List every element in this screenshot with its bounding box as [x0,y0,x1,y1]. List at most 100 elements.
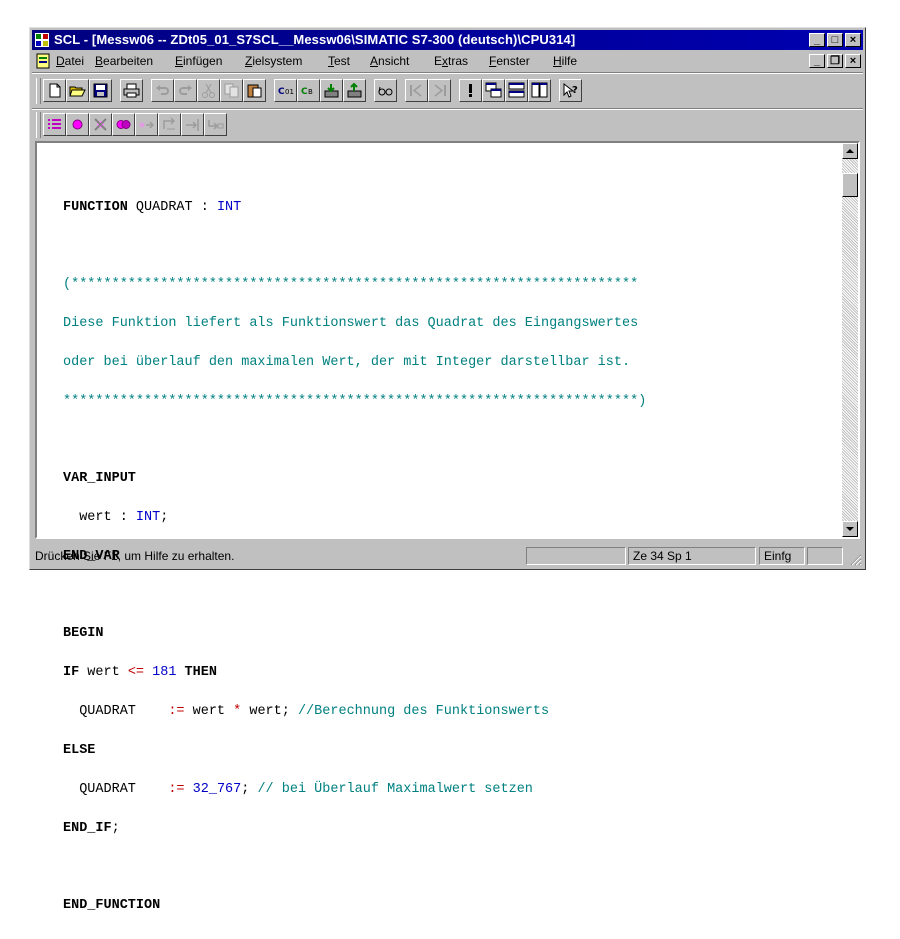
compile-button[interactable]: C 01 [274,79,297,102]
scroll-thumb[interactable] [842,173,858,197]
upload-icon [347,82,362,98]
compile-icon: C 01 [278,87,294,97]
menu-test[interactable]: Test [328,54,350,68]
save-button[interactable] [89,79,112,102]
arrow-down-icon [846,527,854,531]
tile-horizontal-icon [508,82,525,98]
code-line: VAR_INPUT [63,471,136,486]
close-button[interactable]: × [845,33,861,47]
semicolon: ; [160,510,169,525]
mdi-close-button[interactable]: × [845,54,861,68]
scroll-down-button[interactable] [842,521,858,537]
window-title: SCL - [Messw06 -- ZDt05_01_S7SCL__Messw0… [54,32,576,47]
operator: * [233,704,242,719]
status-panel-empty [526,547,626,565]
list-icon [48,119,61,129]
redo-button[interactable] [174,79,197,102]
mdi-minimize-button[interactable]: _ [809,54,825,68]
step-back-icon [410,84,422,97]
standard-toolbar: C 01 CB ? [36,76,856,106]
title-bar[interactable]: SCL - [Messw06 -- ZDt05_01_S7SCL__Messw0… [32,30,863,50]
step-out-icon [186,119,199,131]
compile-all-button[interactable]: CB [297,79,320,102]
menu-fenster[interactable]: Fenster [489,54,530,68]
toolbar-grip[interactable] [36,112,41,138]
toolbar-grip[interactable] [36,78,41,104]
run-to-cursor-icon [208,120,224,130]
number-literal: 181 [152,665,177,680]
code-line: FUNCTION QUADRAT : INT [63,200,838,215]
scl-app-icon [35,33,49,47]
minimize-button[interactable]: _ [809,33,825,47]
debug-toolbar [36,110,296,140]
breakpoint-icon [469,84,472,97]
menu-zielsystem[interactable]: Zielsystem [245,54,302,68]
menu-ansicht[interactable]: Ansicht [370,54,409,68]
status-panel-extra [807,547,843,565]
cut-button[interactable] [197,79,220,102]
function-name: QUADRAT : [127,200,217,215]
status-insert-mode: Einfg [759,547,805,565]
status-cursor-position: Ze 34 Sp 1 [628,547,756,565]
glasses-icon [378,86,393,96]
number-literal: 32_767 [192,782,242,797]
menu-datei[interactable]: Datei [56,54,84,68]
copy-button[interactable] [220,79,243,102]
list-button[interactable] [43,113,66,136]
monitor-button[interactable] [374,79,397,102]
operator: := [168,704,185,719]
code-line: QUADRAT := 32_767; // bei Überlauf Maxim… [63,782,838,797]
new-button[interactable] [43,79,66,102]
step-forward-button[interactable] [428,79,451,102]
code-line: wert : INT; [63,510,838,525]
document-icon[interactable] [35,53,51,69]
step-over-icon [163,117,176,130]
code-editor[interactable]: FUNCTION QUADRAT : INT (****************… [35,141,860,912]
status-help-text: Drücken Sie F1, um Hilfe zu erhalten. [35,549,235,563]
red-dot-icon [72,119,83,130]
open-button[interactable] [66,79,89,102]
menu-bearbeiten[interactable]: Bearbeiten [95,54,153,68]
menu-hilfe[interactable]: Hilfe [553,54,577,68]
menu-einfuegen[interactable]: Einfügen [175,54,222,68]
tile-horizontal-button[interactable] [505,79,528,102]
status-bar: Drücken Sie F1, um Hilfe zu erhalten. Ze… [32,545,863,567]
comment-line: ****************************************… [63,394,647,409]
step-over-button[interactable] [158,113,181,136]
print-button[interactable] [120,79,143,102]
paste-button[interactable] [243,79,266,102]
tile-vertical-button[interactable] [528,79,551,102]
step-into-button[interactable] [135,113,158,136]
step-out-button[interactable] [181,113,204,136]
set-breakpoint-button[interactable] [66,113,89,136]
code-line: BEGIN [63,626,104,641]
step-forward-icon [434,84,446,97]
context-help-button[interactable]: ? [559,79,582,102]
scroll-up-button[interactable] [842,143,858,159]
upload-button[interactable] [343,79,366,102]
menu-extras[interactable]: Extras [434,54,468,68]
variable-name: QUADRAT [63,704,169,719]
run-to-cursor-button[interactable] [204,113,227,136]
cascade-button[interactable] [482,79,505,102]
undo-button[interactable] [151,79,174,102]
resize-grip-icon[interactable] [848,552,862,566]
cascade-icon [485,82,502,98]
vertical-scrollbar[interactable] [842,143,858,537]
maximize-button[interactable]: □ [827,33,843,47]
svg-text:?: ? [572,85,578,96]
breakpoint-button[interactable] [459,79,482,102]
download-button[interactable] [320,79,343,102]
save-icon [93,83,108,98]
clear-breakpoint-button[interactable] [89,113,112,136]
semicolon: ; [111,821,120,836]
help-pointer-icon: ? [563,82,578,98]
mdi-restore-button[interactable]: ❐ [827,54,843,68]
breakpoints-button[interactable] [112,113,135,136]
svg-text:B: B [308,88,313,96]
operator: := [168,782,185,797]
step-back-button[interactable] [405,79,428,102]
keyword: THEN [176,665,217,680]
menu-bar: Datei Bearbeiten Einfügen Zielsystem Tes… [32,51,863,71]
